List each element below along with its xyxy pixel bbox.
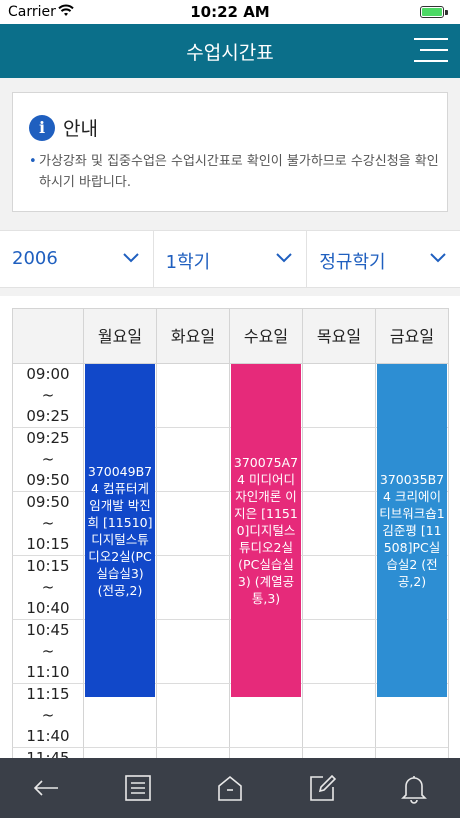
time-slot-sep: ~ [41, 514, 55, 532]
status-bar: Carrier 10:22 AM [0, 0, 460, 24]
time-slot-end: 09:25 [26, 407, 70, 425]
battery-icon [420, 6, 444, 18]
edit-icon[interactable] [306, 772, 338, 804]
battery-tip [445, 10, 448, 15]
status-time: 10:22 AM [190, 3, 270, 21]
year-select-value: 2006 [12, 248, 58, 269]
time-slot-end: 09:50 [26, 471, 70, 489]
class-block-text: 370049B74 컴퓨터게임개발 박진희 [11510]디지털스튜디오2실(P… [87, 463, 153, 598]
time-slot-start: 10:45 [26, 621, 70, 639]
time-slot-sep: ~ [41, 386, 55, 404]
timetable-corner [12, 308, 84, 364]
time-slot: 10:45 ~11:10 [12, 620, 84, 684]
chevron-down-icon [276, 253, 293, 263]
notice-title: 안내 [63, 118, 98, 140]
class-block[interactable]: 370075A74 미디어디자인개론 이지은 [11510]디지털스튜디오2실(… [231, 364, 301, 697]
time-slot: 11:45~ [12, 748, 84, 758]
page-title: 수업시간표 [186, 42, 274, 64]
term-type-select-value: 정규학기 [319, 252, 386, 273]
bell-icon[interactable] [398, 772, 430, 804]
day-header: 목요일 [302, 308, 376, 364]
chevron-down-icon [430, 253, 446, 263]
notice-box: i 안내 가상강좌 및 집중수업은 수업시간표로 확인이 불가하므로 수강신청을… [12, 92, 448, 212]
time-slot: 09:50 ~10:15 [12, 492, 84, 556]
home-icon[interactable] [214, 772, 246, 804]
list-icon[interactable] [122, 772, 154, 804]
time-slot-end: 11:40 [26, 727, 70, 745]
time-slot-start: 11:15 [26, 685, 70, 703]
time-slot-sep: ~ [41, 450, 55, 468]
time-slot-start: 11:45 [26, 749, 70, 758]
time-slot-start: 10:15 [26, 557, 70, 575]
time-slot-end: 10:40 [26, 599, 70, 617]
filter-bar: 2006 1학기 정규학기 [0, 230, 460, 288]
day-header: 수요일 [229, 308, 303, 364]
time-slot-sep: ~ [41, 578, 55, 596]
semester-select-value: 1학기 [165, 252, 211, 273]
time-slot-end: 11:10 [26, 663, 70, 681]
bottom-nav [0, 758, 460, 818]
back-arrow-icon[interactable] [30, 772, 62, 804]
time-slot-sep: ~ [41, 642, 55, 660]
day-column [157, 364, 230, 758]
app-header: 수업시간표 [0, 24, 460, 78]
day-header: 금요일 [375, 308, 449, 364]
class-block[interactable]: 370049B74 컴퓨터게임개발 박진희 [11510]디지털스튜디오2실(P… [85, 364, 155, 697]
time-slot-start: 09:25 [26, 429, 70, 447]
time-slot: 09:25 ~09:50 [12, 428, 84, 492]
time-slot: 10:15 ~10:40 [12, 556, 84, 620]
time-slot: 09:00 ~09:25 [12, 364, 84, 428]
time-slot-start: 09:00 [26, 365, 70, 383]
day-header: 화요일 [156, 308, 230, 364]
hamburger-menu-icon[interactable] [414, 36, 448, 64]
time-slot-sep: ~ [41, 706, 55, 724]
term-type-select[interactable]: 정규학기 [307, 231, 460, 287]
time-slot-end: 10:15 [26, 535, 70, 553]
semester-select[interactable]: 1학기 [154, 231, 308, 287]
class-block-text: 370075A74 미디어디자인개론 이지은 [11510]디지털스튜디오2실(… [233, 455, 299, 606]
timetable-panel[interactable]: 월요일 화요일 수요일 목요일 금요일 09:00 ~09:25 09:25 ~09:50 09:… [0, 296, 460, 758]
day-column [303, 364, 376, 758]
chevron-down-icon [122, 253, 139, 263]
day-header: 월요일 [83, 308, 157, 364]
class-block-text: 370035B74 크리에이티브워크숍1 김준평 [11508]PC실습실2 (… [379, 472, 445, 589]
year-select[interactable]: 2006 [0, 231, 154, 287]
time-slot: 11:15 ~11:40 [12, 684, 84, 748]
notice-body: 가상강좌 및 집중수업은 수업시간표로 확인이 불가하므로 수강신청을 확인하시… [29, 151, 439, 193]
class-block[interactable]: 370035B74 크리에이티브워크숍1 김준평 [11508]PC실습실2 (… [377, 364, 447, 697]
info-icon: i [29, 115, 55, 141]
time-slot-start: 09:50 [26, 493, 70, 511]
row-divider [84, 747, 448, 748]
